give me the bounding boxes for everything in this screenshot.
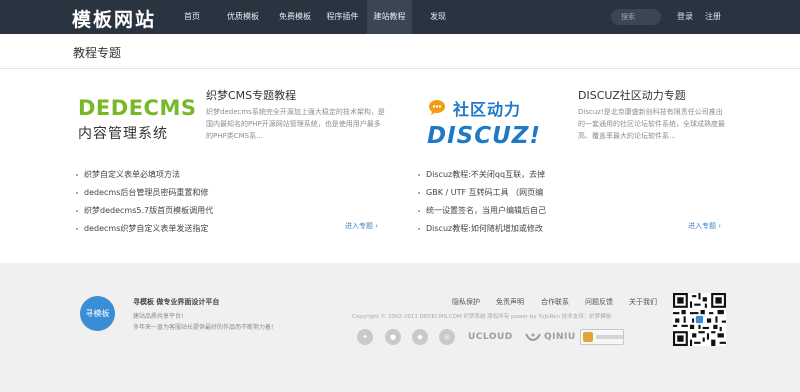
topic-title-dedecms[interactable]: 织梦CMS专题教程 [206, 87, 296, 103]
chevron-right-icon: › [718, 222, 722, 230]
qiniu-icon [525, 333, 541, 342]
discuz-logo-text: DISCUZ! [427, 123, 541, 149]
tencent-weibo-icon[interactable]: ◎ [439, 328, 455, 346]
list-item[interactable]: dedecms后台管理员密码重置和修 [76, 184, 213, 202]
search-input[interactable]: 搜索 [611, 9, 661, 25]
site-logo[interactable]: 模板网站 [72, 5, 156, 32]
qzone-icon[interactable]: ✦ [357, 328, 373, 346]
footer-brand: 寻模板 做专业界面设计平台 [133, 298, 220, 306]
dedecms-logo-subtitle: 内容管理系统 [78, 126, 168, 142]
topic-list-discuz: Discuz教程:不关闭qq互联，去掉 GBK / UTF 互转码工具 （网页编… [418, 166, 546, 238]
list-item[interactable]: 统一设置签名，当用户编辑后自己 [418, 202, 546, 220]
more-link-label: 进入专题 [688, 222, 716, 230]
footer-logo-badge[interactable]: 寻模板 [80, 296, 115, 331]
partner-qiniu-logo[interactable]: QINIU [525, 328, 576, 346]
login-link[interactable]: 登录 [677, 0, 693, 34]
verified-badge[interactable] [580, 328, 624, 346]
list-item[interactable]: 织梦自定义表单必填项方法 [76, 166, 213, 184]
footer-link-feedback[interactable]: 问题反馈 [585, 297, 613, 307]
wechat-icon[interactable]: ● [385, 328, 401, 346]
topic-list-dedecms: 织梦自定义表单必填项方法 dedecms后台管理员密码重置和修 织梦dedecm… [76, 166, 213, 238]
weibo-icon[interactable]: ◆ [412, 328, 428, 346]
list-item[interactable]: GBK / UTF 互转码工具 （网页编 [418, 184, 546, 202]
partner-ucloud-text: UCLOUD [468, 332, 513, 342]
partner-ucloud-logo[interactable]: UCLOUD [468, 328, 513, 346]
nav-premium-templates[interactable]: 优质模板 [218, 0, 268, 34]
partner-qiniu-text: QINIU [544, 332, 576, 342]
speech-bubble-icon [429, 100, 445, 115]
discuz-logo-tagline: 社区动力 [453, 100, 522, 119]
list-item[interactable]: 织梦dedecms5.7版首页模板调用代 [76, 202, 213, 220]
list-item[interactable]: dedecms织梦自定义表单发送指定 [76, 220, 213, 238]
register-link[interactable]: 注册 [705, 0, 721, 34]
badge-bar [595, 335, 623, 339]
more-link-discuz[interactable]: 进入专题 › [688, 221, 721, 231]
qr-code[interactable] [673, 293, 726, 346]
shield-icon [583, 332, 593, 342]
chevron-right-icon: › [375, 222, 379, 230]
footer-link-disclaimer[interactable]: 免责声明 [496, 297, 524, 307]
nav-discover[interactable]: 发现 [420, 0, 456, 34]
topic-desc-dedecms: 织梦dedecms系统完全开源加上强大稳定的技术架构，是国内最知名的PHP开源网… [206, 108, 385, 140]
footer-link-privacy[interactable]: 隐私保护 [452, 297, 480, 307]
topic-desc-discuz: Discuz!是北京康盛新创科技有限责任公司推出的一套通用的社区论坛软件系统，全… [578, 108, 725, 140]
footer-slogan: 建站品质共享平台! [133, 313, 184, 320]
topic-title-discuz[interactable]: DISCUZ社区动力专题 [578, 87, 686, 103]
nav-tutorials[interactable]: 建站教程 [367, 0, 412, 34]
copyright-text: Copyright © 2002-2011 DEDECMS.COM 织梦系统 版… [352, 314, 612, 320]
footer-link-about[interactable]: 关于我们 [629, 297, 657, 307]
nav-plugins[interactable]: 程序插件 [320, 0, 365, 34]
nav-free-templates[interactable]: 免费模板 [270, 0, 320, 34]
dedecms-logo-text: DEDECMS [78, 96, 197, 120]
list-item[interactable]: Discuz教程:如何随机增加或修改 [418, 220, 546, 238]
list-item[interactable]: Discuz教程:不关闭qq互联，去掉 [418, 166, 546, 184]
page-title: 教程专题 [73, 46, 122, 60]
discuz-logo[interactable]: 社区动力 DISCUZ! [427, 96, 562, 154]
nav-home[interactable]: 首页 [172, 0, 212, 34]
dedecms-logo[interactable]: DEDECMS 内容管理系统 [78, 96, 196, 154]
divider [0, 68, 800, 69]
more-link-dedecms[interactable]: 进入专题 › [345, 221, 378, 231]
footer-link-contact[interactable]: 合作联系 [541, 297, 569, 307]
footer-slogan-secondary: 多年来一直为客服站长提供最好的作品而不断努力着! [133, 324, 274, 331]
more-link-label: 进入专题 [345, 222, 373, 230]
